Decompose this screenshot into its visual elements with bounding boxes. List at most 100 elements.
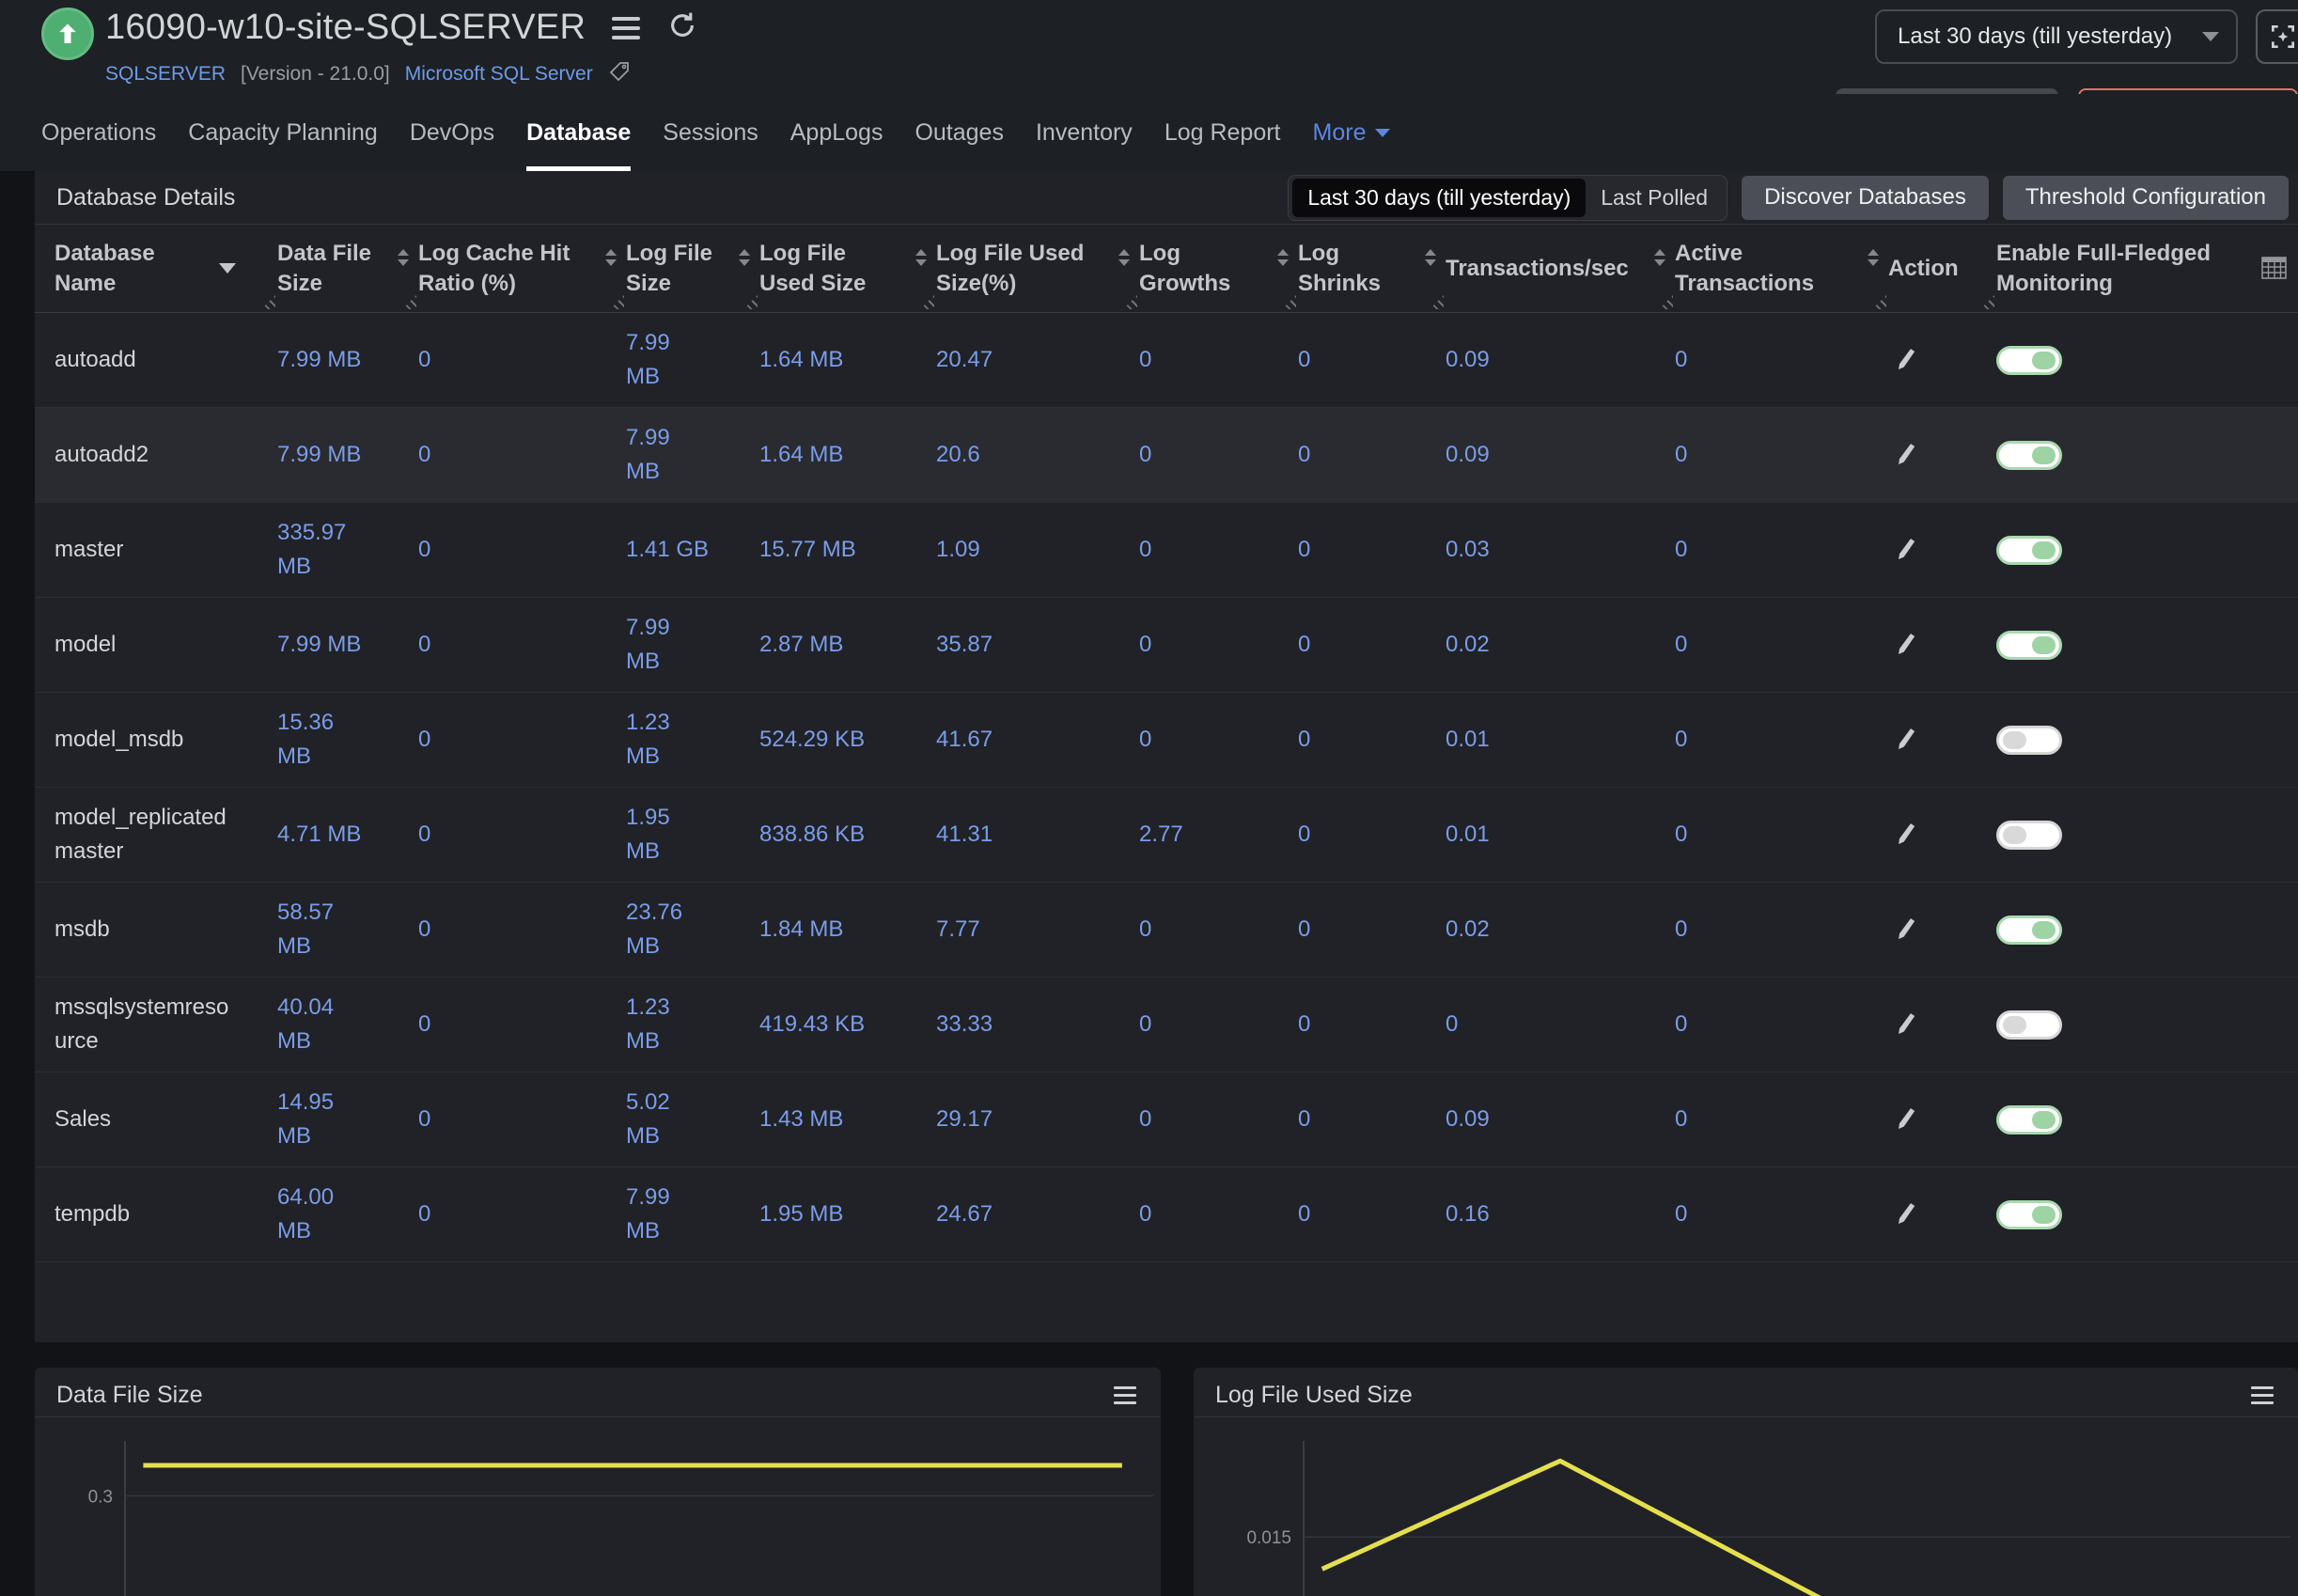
monitoring-toggle-on[interactable] [1996,915,2062,945]
sort-descending-icon[interactable] [219,263,236,274]
metric-value-link[interactable]: 0 [1675,818,1687,852]
metric-value-link[interactable]: 0 [1139,438,1151,472]
metric-value-link[interactable]: 0.01 [1446,723,1490,757]
sort-icon[interactable] [1868,249,1879,266]
metric-value-link[interactable]: 0 [418,1197,430,1231]
sort-icon[interactable] [1425,249,1436,266]
column-header-log-growths[interactable]: Log Growths [1139,225,1298,312]
table-row-sales[interactable]: Sales14.95 MB05.02 MB1.43 MB29.17000.090 [35,1072,2298,1167]
column-header-transactions-sec[interactable]: Transactions/sec [1446,225,1675,312]
sort-icon[interactable] [398,249,409,266]
tab-database[interactable]: Database [526,94,631,171]
metric-value-link[interactable]: 0 [1675,533,1687,567]
discover-databases-button[interactable]: Discover Databases [1742,176,1989,220]
table-row-tempdb[interactable]: tempdb64.00 MB07.99 MB1.95 MB24.67000.16… [35,1167,2298,1262]
refresh-icon[interactable] [666,9,698,46]
metric-value-link[interactable]: 7.99 MB [277,628,361,662]
edit-pencil-icon[interactable] [1894,632,1920,658]
metric-value-link[interactable]: 0.03 [1446,533,1490,567]
edit-pencil-icon[interactable] [1894,1106,1920,1133]
metric-value-link[interactable]: 1.23 MB [626,991,710,1058]
tab-sessions[interactable]: Sessions [663,94,758,171]
edit-pencil-icon[interactable] [1894,916,1920,943]
category-link[interactable]: Microsoft SQL Server [405,63,593,86]
edit-pencil-icon[interactable] [1894,727,1920,753]
metric-value-link[interactable]: 0 [418,723,430,757]
metric-value-link[interactable]: 0 [1675,723,1687,757]
edit-pencil-icon[interactable] [1894,347,1920,373]
metric-value-link[interactable]: 0 [1298,723,1310,757]
metric-value-link[interactable]: 0 [418,628,430,662]
sort-icon[interactable] [605,249,617,266]
tab-operations[interactable]: Operations [41,94,156,171]
sort-icon[interactable] [739,249,750,266]
metric-value-link[interactable]: 0 [1298,913,1310,947]
metric-value-link[interactable]: 64.00 MB [277,1181,367,1248]
metric-value-link[interactable]: 0 [418,818,430,852]
metric-value-link[interactable]: 0 [1675,913,1687,947]
metric-value-link[interactable]: 1.23 MB [626,706,710,774]
metric-value-link[interactable]: 7.99 MB [626,326,710,394]
metric-value-link[interactable]: 838.86 KB [759,818,865,852]
metric-value-link[interactable]: 35.87 [936,628,993,662]
metric-value-link[interactable]: 0 [1298,533,1310,567]
monitoring-toggle-off[interactable] [1996,821,2062,850]
metric-value-link[interactable]: 23.76 MB [626,896,710,963]
tab-log-report[interactable]: Log Report [1165,94,1281,171]
metric-value-link[interactable]: 524.29 KB [759,723,865,757]
metric-value-link[interactable]: 20.47 [936,343,993,377]
metric-value-link[interactable]: 0 [1139,628,1151,662]
metric-value-link[interactable]: 7.99 MB [626,611,710,679]
sort-icon[interactable] [1277,249,1289,266]
monitoring-toggle-on[interactable] [1996,536,2062,565]
column-resize-handle[interactable] [402,295,416,309]
monitoring-toggle-on[interactable] [1996,631,2062,660]
metric-value-link[interactable]: 0 [1446,1008,1458,1041]
metric-value-link[interactable]: 7.99 MB [277,438,361,472]
metric-value-link[interactable]: 1.84 MB [759,913,843,947]
metric-value-link[interactable]: 0 [1298,1197,1310,1231]
column-resize-handle[interactable] [1123,295,1137,309]
table-row-model-msdb[interactable]: model_msdb15.36 MB01.23 MB524.29 KB41.67… [35,693,2298,788]
column-resize-handle[interactable] [610,295,624,309]
metric-value-link[interactable]: 40.04 MB [277,991,367,1058]
metric-value-link[interactable]: 0 [1139,1197,1151,1231]
metric-value-link[interactable]: 58.57 MB [277,896,367,963]
column-header-log-cache-hit-ratio[interactable]: Log Cache Hit Ratio (%) [418,225,626,312]
time-mode-selected[interactable]: Last 30 days (till yesterday) [1292,179,1586,217]
metric-value-link[interactable]: 15.36 MB [277,706,367,774]
sort-icon[interactable] [915,249,927,266]
column-resize-handle[interactable] [1282,295,1296,309]
column-header-log-file-used-size[interactable]: Log File Used Size [759,225,936,312]
table-row-mssqlsystemresource[interactable]: mssqlsystemresource40.04 MB01.23 MB419.4… [35,978,2298,1072]
sort-icon[interactable] [1654,249,1665,266]
column-picker-grid-icon[interactable] [2261,257,2287,279]
monitoring-toggle-on[interactable] [1996,441,2062,470]
metric-value-link[interactable]: 7.99 MB [277,343,361,377]
metric-value-link[interactable]: 29.17 [936,1103,993,1136]
metric-value-link[interactable]: 0 [1139,723,1151,757]
table-row-autoadd2[interactable]: autoadd27.99 MB07.99 MB1.64 MB20.6000.09… [35,408,2298,503]
metric-value-link[interactable]: 20.6 [936,438,980,472]
metric-value-link[interactable]: 4.71 MB [277,818,361,852]
metric-value-link[interactable]: 0.02 [1446,628,1490,662]
metric-value-link[interactable]: 0.16 [1446,1197,1490,1231]
metric-value-link[interactable]: 0 [1675,438,1687,472]
monitor-type-link[interactable]: SQLSERVER [105,63,226,86]
column-resize-handle[interactable] [1872,295,1886,309]
metric-value-link[interactable]: 0.01 [1446,818,1490,852]
column-header-data-file-size[interactable]: Data File Size [277,225,418,312]
column-resize-handle[interactable] [1659,295,1673,309]
tab-devops[interactable]: DevOps [410,94,494,171]
metric-value-link[interactable]: 0 [418,913,430,947]
metric-value-link[interactable]: 1.64 MB [759,438,843,472]
edit-pencil-icon[interactable] [1894,537,1920,563]
tab-applogs[interactable]: AppLogs [790,94,883,171]
metric-value-link[interactable]: 0 [1298,818,1310,852]
metric-value-link[interactable]: 0 [1298,1008,1310,1041]
title-menu-icon[interactable] [612,17,640,39]
metric-value-link[interactable]: 0 [418,343,430,377]
metric-value-link[interactable]: 1.41 GB [626,533,709,567]
metric-value-link[interactable]: 0 [1139,1008,1151,1041]
metric-value-link[interactable]: 0 [1675,1197,1687,1231]
